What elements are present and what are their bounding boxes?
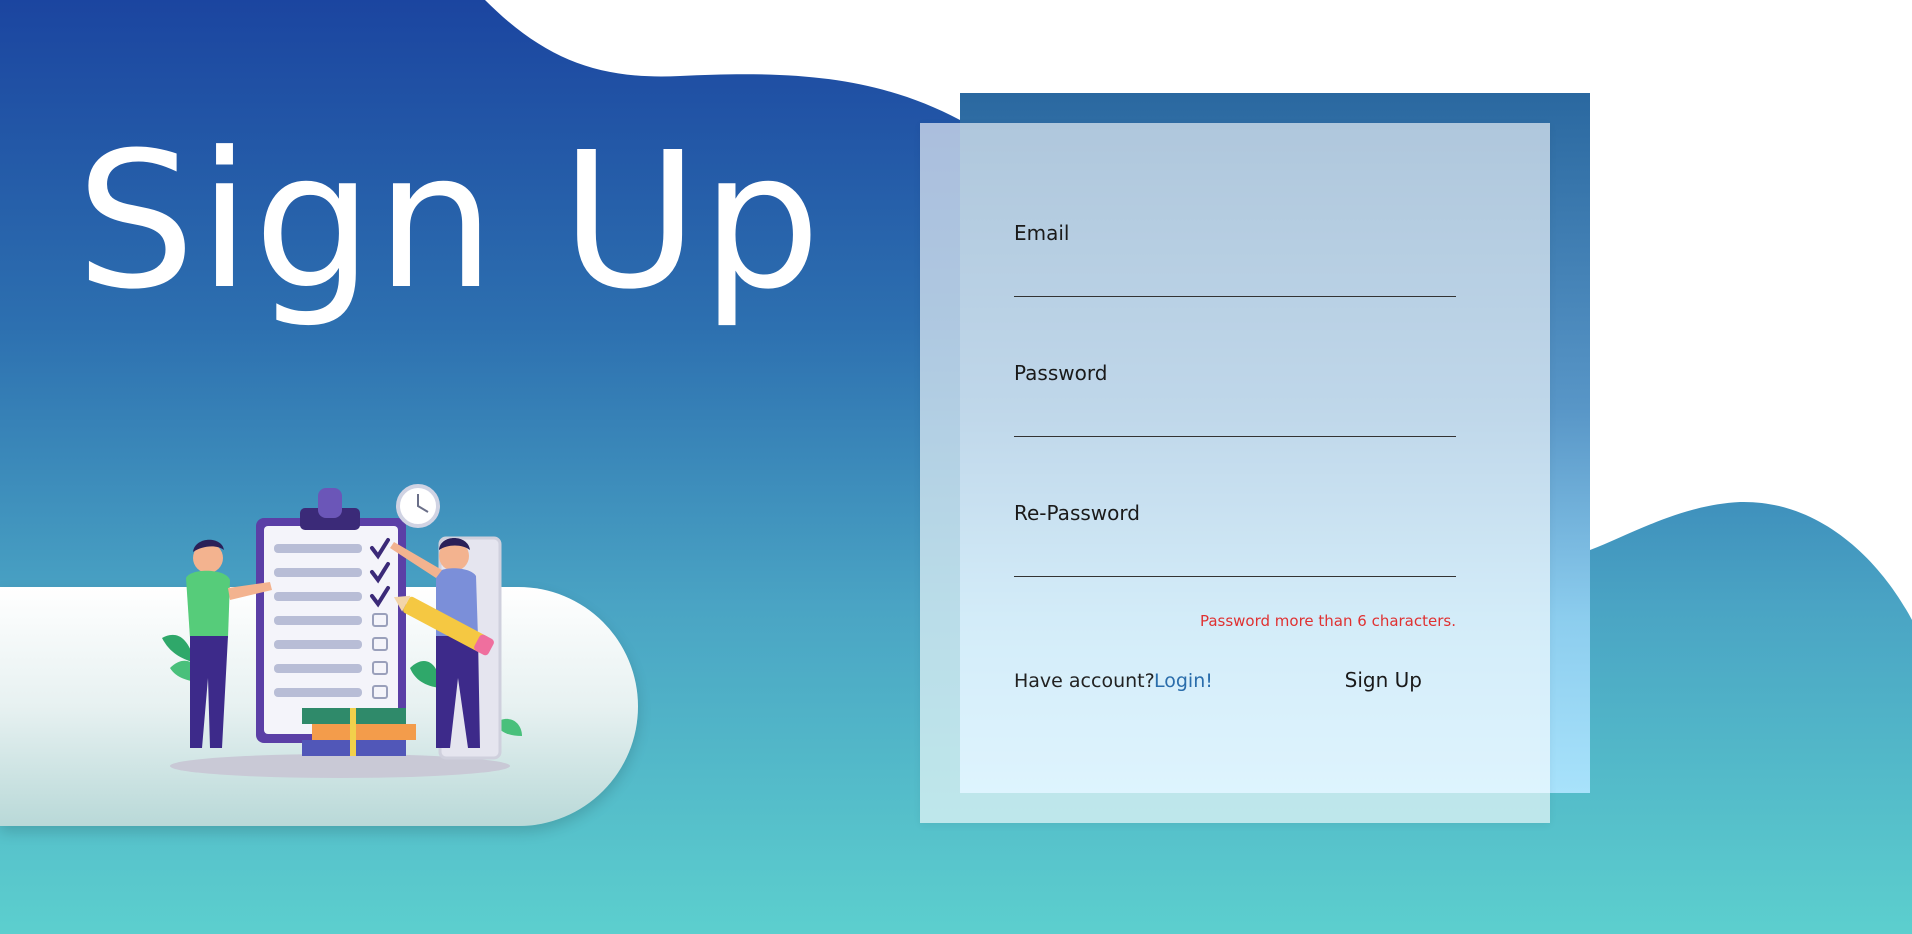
login-link[interactable]: Login! <box>1154 670 1213 692</box>
repassword-label: Re-Password <box>1014 501 1140 525</box>
have-account-text: Have account? <box>1014 670 1155 692</box>
signup-form-card: Email Password Re-Password Password more… <box>920 123 1550 823</box>
signup-page: Sign Up Email Password Re-Password Passw… <box>0 0 1912 934</box>
signup-form: Email Password Re-Password Password more… <box>1014 221 1456 692</box>
email-field-group: Email <box>1014 221 1456 361</box>
signup-button[interactable]: Sign Up <box>1341 666 1426 694</box>
password-input[interactable] <box>1014 405 1456 437</box>
repassword-input[interactable] <box>1014 545 1456 577</box>
email-input[interactable] <box>1014 265 1456 297</box>
password-error-message: Password more than 6 characters. <box>1199 612 1456 630</box>
checklist-team-illustration <box>162 484 522 778</box>
password-field-group: Password <box>1014 361 1456 501</box>
page-title: Sign Up <box>76 112 824 331</box>
password-label: Password <box>1014 361 1108 385</box>
email-label: Email <box>1014 221 1070 245</box>
form-actions: Have account? Login! Sign Up <box>1014 668 1456 700</box>
